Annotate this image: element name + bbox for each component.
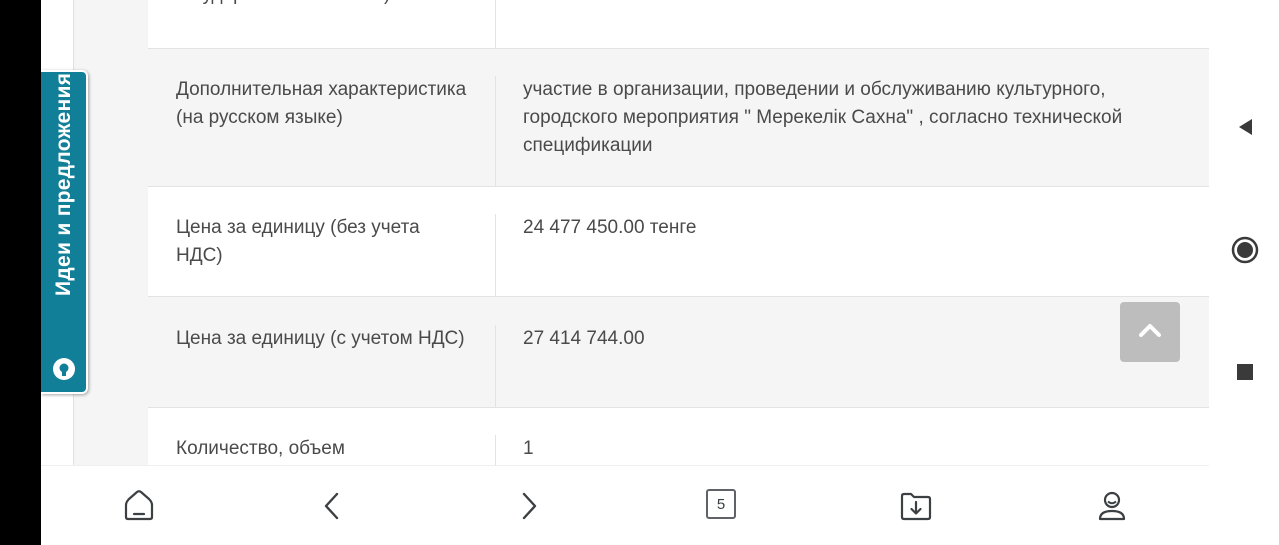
back-button[interactable] <box>310 484 354 528</box>
system-back-button[interactable] <box>1226 108 1264 146</box>
profile-icon <box>1098 491 1126 521</box>
tabs-button[interactable]: 5 <box>701 484 745 528</box>
row-value: участие в организации, проведении и обсл… <box>523 79 1123 156</box>
back-icon <box>324 492 339 520</box>
row-label: государственном языке) <box>148 0 496 49</box>
row-value: 24 477 450.00 тенге <box>523 217 697 238</box>
row-label: Количество, объем <box>148 435 496 465</box>
recents-square-icon <box>1237 364 1253 380</box>
screen-left-edge <box>0 0 41 545</box>
profile-button[interactable] <box>1090 484 1134 528</box>
downloads-icon <box>900 492 932 521</box>
system-navigation-bar <box>1209 0 1279 545</box>
scroll-to-top-button[interactable] <box>1120 302 1180 362</box>
downloads-button[interactable] <box>894 484 938 528</box>
feedback-tab-label[interactable]: Идеи и предложения <box>44 16 84 296</box>
lightbulb-icon <box>51 356 77 382</box>
row-value: 1 <box>523 438 534 459</box>
row-label: Дополнительная характеристика (на русско… <box>148 76 496 187</box>
row-value: 27 414 744.00 <box>523 328 645 349</box>
row-label: Цена за единицу (без учета НДС) <box>148 214 496 297</box>
forward-icon <box>522 492 537 520</box>
system-home-button[interactable] <box>1226 231 1264 269</box>
table-row: Дополнительная характеристика (на русско… <box>148 48 1209 187</box>
web-page: государственном языке) сәйкес Дополнител… <box>41 0 1209 465</box>
table-row: государственном языке) сәйкес <box>148 0 1209 49</box>
row-label: Цена за единицу (с учетом НДС) <box>148 325 496 408</box>
home-button[interactable] <box>117 484 161 528</box>
home-icon <box>124 490 154 521</box>
browser-bottom-toolbar: 5 <box>41 465 1209 545</box>
forward-button[interactable] <box>507 484 551 528</box>
system-recents-button[interactable] <box>1226 353 1264 391</box>
back-triangle-icon <box>1239 119 1252 135</box>
chevron-up-icon <box>1139 324 1161 337</box>
home-circle-icon <box>1231 236 1259 264</box>
table-row: Цена за единицу (без учета НДС) 24 477 4… <box>148 186 1209 297</box>
table-row: Количество, объем 1 <box>148 407 1209 465</box>
row-value: сәйкес <box>496 0 1209 49</box>
table-row: Цена за единицу (с учетом НДС) 27 414 74… <box>148 296 1209 408</box>
tabs-icon: 5 <box>706 489 736 519</box>
